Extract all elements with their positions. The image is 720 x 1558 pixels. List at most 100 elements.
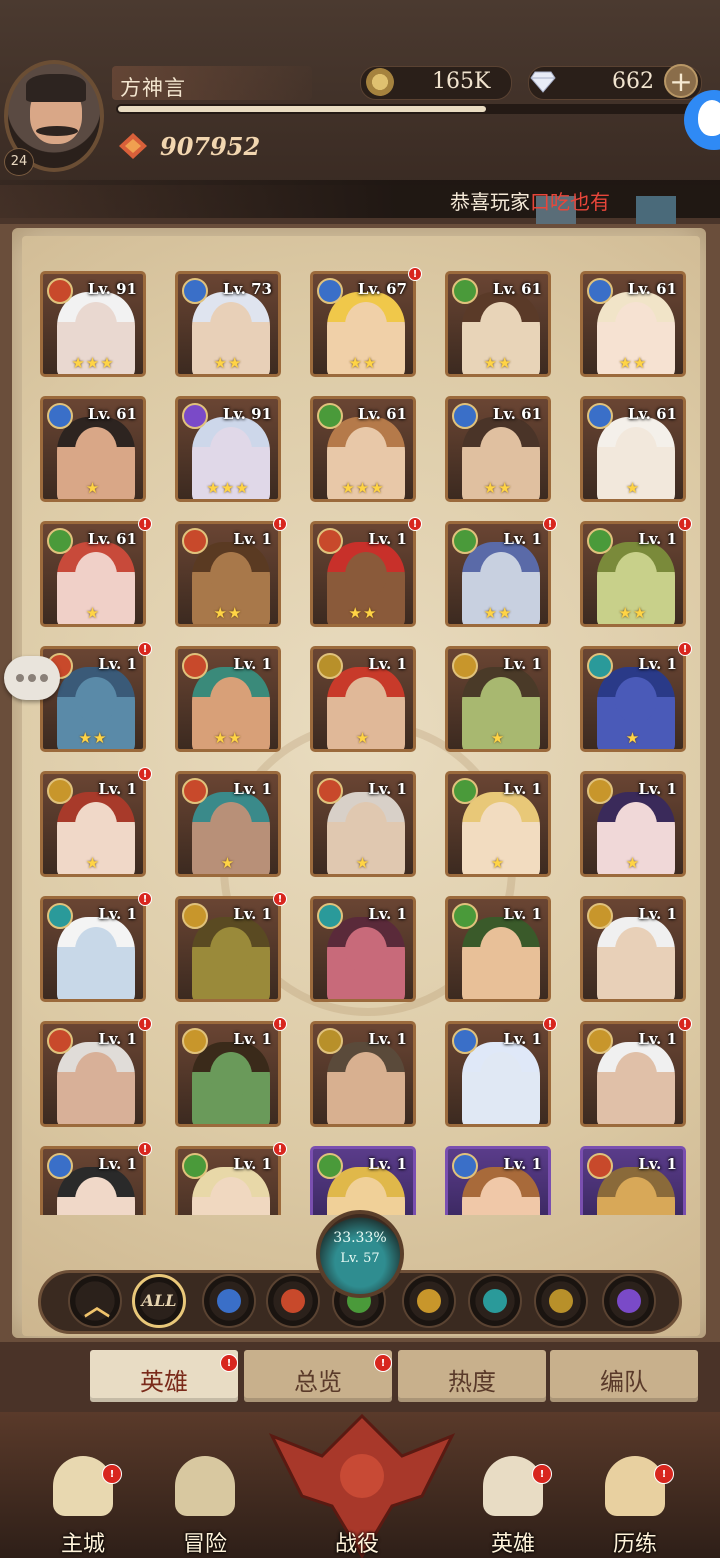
hero-card[interactable]: Lv. 1 ★ (580, 771, 686, 877)
hero-card[interactable]: Lv. 1 (310, 1021, 416, 1127)
nav-4[interactable]: 历练 (580, 1450, 690, 1558)
nav-3[interactable]: 英雄 (458, 1450, 568, 1558)
power-value: 907952 (160, 132, 261, 161)
hero-card[interactable]: Lv. 61 ★ (40, 521, 146, 627)
filter-all-button[interactable]: ALL (132, 1274, 186, 1328)
hero-card[interactable]: Lv. 1 (310, 896, 416, 1002)
tab-1[interactable]: 总览 (244, 1350, 392, 1402)
hero-card[interactable]: Lv. 1 ★ (175, 771, 281, 877)
power-icon (119, 133, 147, 159)
hero-card[interactable]: Lv. 1 (445, 1021, 551, 1127)
hero-face (615, 1052, 657, 1098)
nav-2[interactable]: 战役 (302, 1450, 412, 1558)
hero-card[interactable]: Lv. 73 ★★ (175, 271, 281, 377)
hero-card[interactable]: Lv. 91 ★★★ (175, 396, 281, 502)
hero-card[interactable]: Lv. 1 ★ (445, 646, 551, 752)
chevron-up-icon: ︿ (84, 1292, 111, 1322)
hero-card[interactable]: Lv. 1 (40, 896, 146, 1002)
hero-card[interactable]: Lv. 61 ★ (580, 396, 686, 502)
faction-nature-icon (452, 528, 478, 554)
tab-label: 英雄 (140, 1368, 188, 1396)
tab-3[interactable]: 编队 (550, 1350, 698, 1402)
hero-card[interactable]: Lv. 1 (40, 1021, 146, 1127)
nav-label: 冒险 (182, 1532, 227, 1557)
hero-card[interactable]: Lv. 1 (445, 896, 551, 1002)
hero-stars: ★★ (483, 604, 513, 622)
hero-card[interactable]: Lv. 67 ★★ (310, 271, 416, 377)
hero-stars: ★★ (348, 354, 378, 372)
faction-light-icon (452, 653, 478, 679)
player-name: 方神言 (120, 76, 186, 100)
hero-card[interactable]: Lv. 61 ★★ (445, 396, 551, 502)
hero-card[interactable]: Lv. 1 ★★ (580, 521, 686, 627)
hero-level: Lv. 91 (87, 280, 137, 298)
hero-stars: ★ (490, 729, 506, 747)
hero-card[interactable]: Lv. 61 ★★★ (310, 396, 416, 502)
hero-stars: ★ (625, 479, 641, 497)
filter-sun-button[interactable] (534, 1274, 588, 1328)
hero-card[interactable]: Lv. 1 ★★ (175, 521, 281, 627)
hero-card[interactable]: Lv. 1 (580, 896, 686, 1002)
filter-fire-button[interactable] (266, 1274, 320, 1328)
alert-badge-icon: ! (102, 1464, 122, 1484)
hero-level: Lv. 1 (503, 1155, 542, 1173)
hero-stars: ★★★ (71, 354, 115, 372)
tab-0[interactable]: 英雄 (90, 1350, 238, 1402)
hero-stars: ★ (355, 854, 371, 872)
faction-nature-icon (182, 1153, 208, 1179)
announcement-player-name: 口吃也有 (530, 190, 610, 214)
chat-button[interactable] (4, 656, 60, 700)
hero-face (480, 677, 522, 723)
hero-card[interactable]: Lv. 1 (175, 1021, 281, 1127)
tab-2[interactable]: 热度 (398, 1350, 546, 1402)
hero-face (345, 677, 387, 723)
hero-card[interactable]: Lv. 61 ★★ (445, 271, 551, 377)
faction-wind-icon (483, 1289, 507, 1313)
hero-card[interactable]: Lv. 1 ★ (40, 771, 146, 877)
hero-card[interactable]: Lv. 61 ★★ (580, 271, 686, 377)
alert-badge-icon: ! (138, 1142, 152, 1156)
filter-wind-button[interactable] (468, 1274, 522, 1328)
hero-card[interactable]: Lv. 1 ★★ (310, 521, 416, 627)
filter-collapse-button[interactable]: ︿ (68, 1274, 122, 1328)
hero-face (210, 927, 252, 973)
hero-card[interactable]: Lv. 1 ★ (580, 646, 686, 752)
filter-light-button[interactable] (402, 1274, 456, 1328)
hero-card[interactable]: Lv. 1 ★★ (175, 646, 281, 752)
hero-face (210, 802, 252, 848)
hero-face (345, 1177, 387, 1215)
tab-label: 总览 (294, 1368, 342, 1396)
hero-card[interactable]: Lv. 1 (580, 1146, 686, 1215)
hero-card[interactable]: Lv. 1 ★ (310, 646, 416, 752)
filter-void-button[interactable] (602, 1274, 656, 1328)
hero-face (345, 802, 387, 848)
alert-badge-icon: ! (273, 892, 287, 906)
hero-level: Lv. 1 (98, 655, 137, 673)
hero-card[interactable]: Lv. 1 (175, 896, 281, 1002)
hero-card[interactable]: Lv. 1 (310, 1146, 416, 1215)
filter-water-button[interactable] (202, 1274, 256, 1328)
nav-0[interactable]: 主城 (28, 1450, 138, 1558)
hero-icon (483, 1456, 543, 1516)
hero-card[interactable]: Lv. 1 (175, 1146, 281, 1215)
hero-level: Lv. 67 (357, 280, 407, 298)
add-gems-button[interactable]: + (664, 64, 698, 98)
hero-level: Lv. 91 (222, 405, 272, 423)
hero-card[interactable]: Lv. 1 (40, 1146, 146, 1215)
hero-face (75, 302, 117, 348)
hero-level: Lv. 1 (638, 905, 677, 923)
hero-card[interactable]: Lv. 1 ★ (310, 771, 416, 877)
hero-card[interactable]: Lv. 1 (580, 1021, 686, 1127)
hero-face (75, 1177, 117, 1215)
hero-card[interactable]: Lv. 1 ★★ (445, 521, 551, 627)
hero-level: Lv. 1 (233, 530, 272, 548)
hero-card[interactable]: Lv. 1 ★ (445, 771, 551, 877)
nav-1[interactable]: 冒险 (150, 1450, 260, 1558)
hero-card[interactable]: Lv. 61 ★ (40, 396, 146, 502)
hero-card[interactable]: Lv. 1 ★★ (40, 646, 146, 752)
hero-level: Lv. 1 (503, 655, 542, 673)
hero-face (345, 427, 387, 473)
hero-face (480, 552, 522, 598)
hero-card[interactable]: Lv. 91 ★★★ (40, 271, 146, 377)
hero-card[interactable]: Lv. 1 (445, 1146, 551, 1215)
